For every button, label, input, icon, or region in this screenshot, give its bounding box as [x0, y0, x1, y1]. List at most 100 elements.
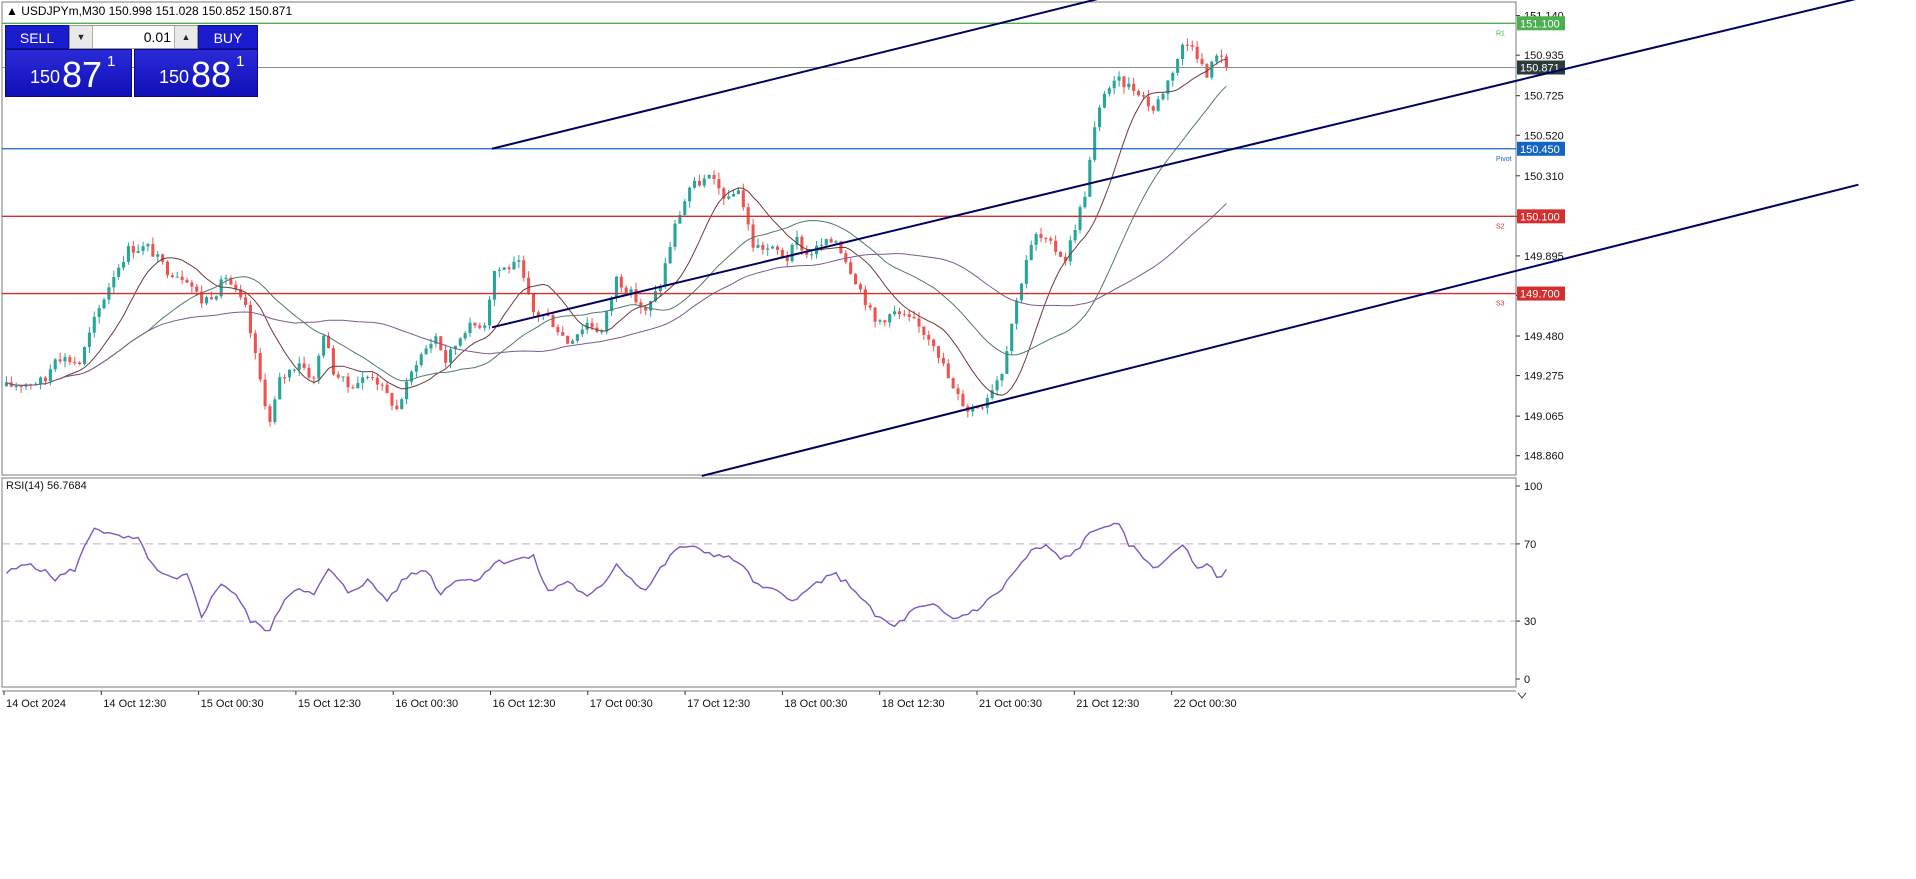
candle-body — [419, 354, 423, 366]
candle-body — [858, 284, 862, 290]
candle-body — [956, 388, 960, 394]
candle-body — [1176, 59, 1180, 73]
candle-body — [878, 320, 882, 322]
candle-body — [253, 333, 257, 354]
lot-size-input[interactable] — [94, 28, 173, 46]
candle-body — [312, 377, 316, 379]
candle-body — [546, 314, 550, 316]
candle-body — [317, 355, 321, 379]
candle-body — [141, 246, 145, 251]
candle-body — [405, 381, 409, 400]
candle-body — [473, 322, 477, 326]
symbol-header: ▲ USDJPYm,M30 150.998 151.028 150.852 15… — [6, 4, 292, 18]
chart-canvas[interactable]: 151.140150.935150.725150.520150.310150.1… — [0, 0, 1916, 874]
time-axis-label: 16 Oct 00:30 — [395, 698, 458, 710]
candle-body — [712, 174, 716, 180]
candle-body — [263, 379, 267, 407]
candle-body — [741, 190, 745, 208]
candle-body — [468, 322, 472, 334]
candle-body — [463, 333, 467, 339]
price-axis-label: 150.520 — [1524, 130, 1564, 142]
price-axis-label: 150.725 — [1524, 91, 1564, 103]
candle-body — [1210, 61, 1214, 78]
candle-body — [395, 405, 399, 409]
price-axis-label: 149.065 — [1524, 411, 1564, 423]
rsi-title: RSI(14) 56.7684 — [6, 480, 87, 492]
candle-body — [980, 407, 984, 409]
candle-body — [351, 387, 355, 389]
candle-body — [302, 363, 306, 368]
buy-button[interactable]: BUY — [198, 25, 258, 49]
candle-body — [771, 246, 775, 249]
candle-body — [849, 262, 853, 274]
candle-body — [1122, 76, 1126, 88]
time-axis-label: 18 Oct 12:30 — [882, 698, 945, 710]
candle-body — [122, 261, 126, 268]
collapse-arrow-icon[interactable]: ▲ — [6, 4, 18, 18]
candle-body — [63, 357, 67, 362]
lot-increase-icon[interactable]: ▲ — [174, 26, 197, 48]
candle-body — [946, 363, 950, 379]
candle-body — [58, 359, 62, 362]
candle-body — [1068, 240, 1072, 262]
price-axis-label: 150.310 — [1524, 171, 1564, 183]
candle-body — [736, 190, 740, 194]
candle-body — [126, 246, 130, 262]
candle-body — [341, 376, 345, 378]
candle-body — [566, 335, 570, 344]
rsi-pane — [1, 477, 1517, 688]
candle-body — [273, 399, 277, 422]
candle-body — [961, 393, 965, 407]
candle-body — [1019, 283, 1024, 301]
candle-body — [444, 350, 448, 363]
candle-body — [512, 261, 516, 270]
candle-body — [429, 343, 433, 349]
candle-body — [517, 260, 521, 262]
candle-body — [1137, 90, 1141, 96]
candle-body — [1010, 323, 1014, 352]
time-axis-label: 14 Oct 12:30 — [103, 698, 166, 710]
one-click-trading-panel: SELL ▼ ▲ BUY 150 87 1 150 88 1 — [5, 25, 258, 97]
sell-price-box[interactable]: 150 87 1 — [5, 49, 132, 97]
candle-body — [1112, 80, 1116, 89]
candle-body — [278, 377, 282, 400]
time-axis-label: 15 Oct 12:30 — [298, 698, 361, 710]
lot-decrease-icon[interactable]: ▼ — [70, 26, 93, 48]
candle-body — [697, 180, 701, 186]
time-axis-label: 21 Oct 00:30 — [979, 698, 1042, 710]
candle-body — [1049, 238, 1053, 241]
scroll-marker-icon — [1517, 692, 1527, 699]
candle-body — [1107, 88, 1111, 94]
rsi-axis-label: 70 — [1524, 539, 1536, 551]
candle-body — [361, 377, 365, 384]
candle-body — [248, 304, 252, 334]
candle-body — [790, 244, 794, 262]
candle-body — [1132, 83, 1136, 91]
candle-body — [322, 335, 326, 356]
candle-body — [775, 246, 780, 250]
candle-body — [136, 250, 140, 253]
candle-body — [580, 329, 584, 335]
candle-body — [951, 378, 955, 389]
sell-price-fraction: 1 — [107, 53, 116, 70]
candle-body — [868, 305, 872, 308]
candle-body — [356, 383, 360, 389]
candle-body — [1117, 76, 1121, 81]
candle-body — [283, 377, 287, 379]
price-axis-label: 148.860 — [1524, 451, 1564, 463]
candle-body — [702, 178, 706, 186]
sell-button[interactable]: SELL — [5, 25, 69, 49]
candle-body — [531, 293, 536, 313]
candle-body — [331, 348, 335, 375]
buy-price-box[interactable]: 150 88 1 — [134, 49, 258, 97]
candle-body — [1146, 96, 1150, 107]
candle-body — [863, 289, 867, 306]
candle-body — [692, 180, 697, 188]
level-line-label: S2 — [1496, 223, 1505, 230]
candle-body — [780, 249, 784, 257]
candle-body — [751, 224, 755, 248]
candle-body — [380, 384, 384, 386]
rsi-axis-label: 30 — [1524, 616, 1536, 628]
candle-body — [385, 384, 389, 394]
channel-trendline — [491, 0, 1857, 329]
